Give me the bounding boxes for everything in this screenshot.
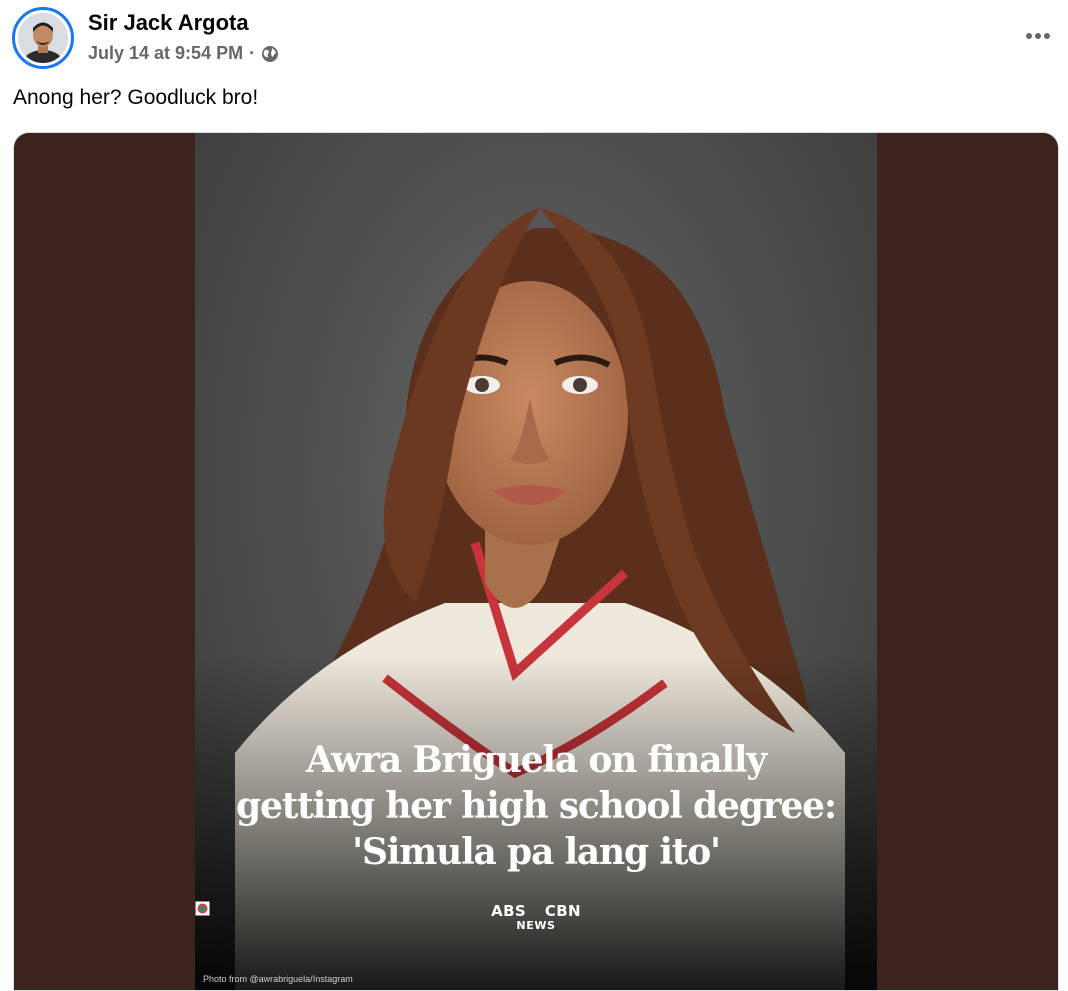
author-avatar[interactable] — [12, 7, 74, 69]
brand-sub: NEWS — [516, 919, 556, 932]
brand-right: CBN — [544, 902, 581, 920]
news-headline: Awra Briguela on finally getting her hig… — [215, 737, 857, 875]
brand-eye-icon — [195, 901, 543, 919]
avatar-image — [18, 13, 68, 63]
news-graphic: Awra Briguela on finally getting her hig… — [195, 133, 877, 990]
photo-credit: Photo from @awrabriguela/Instagram — [203, 974, 353, 984]
more-options-icon — [1026, 33, 1050, 39]
post-image[interactable]: Awra Briguela on finally getting her hig… — [13, 132, 1059, 991]
post-caption: Anong her? Goodluck bro! — [13, 86, 259, 109]
headline-line-2: getting her high school degree: — [236, 785, 837, 827]
author-name[interactable]: Sir Jack Argota — [88, 10, 249, 36]
brand-left: ABS — [491, 902, 526, 920]
meta-separator: · — [249, 43, 256, 63]
post-meta: July 14 at 9:54 PM · — [88, 43, 279, 64]
post-timestamp[interactable]: July 14 at 9:54 PM — [88, 43, 243, 64]
globe-icon[interactable] — [261, 45, 279, 63]
abs-cbn-news-logo: ABS CBN NEWS — [195, 901, 877, 932]
headline-line-3: 'Simula pa lang ito' — [352, 831, 721, 873]
more-options-button[interactable] — [1020, 18, 1056, 54]
headline-line-1: Awra Briguela on finally — [306, 739, 767, 781]
facebook-post: Sir Jack Argota July 14 at 9:54 PM · Ano… — [0, 0, 1068, 991]
